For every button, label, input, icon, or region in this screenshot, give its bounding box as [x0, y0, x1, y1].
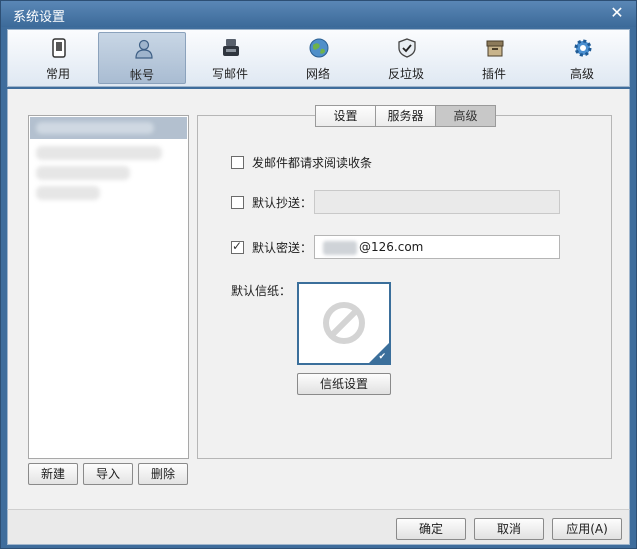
toolbar-item-network[interactable]: 网络 — [274, 32, 362, 84]
gear-icon — [574, 39, 592, 57]
tab-server[interactable]: 服务器 — [375, 105, 436, 127]
user-icon — [135, 39, 153, 59]
stationery-row: 默认信纸： — [231, 279, 291, 301]
check-icon: ✔ — [378, 352, 386, 362]
toolbar-label-advanced: 高级 — [569, 67, 594, 81]
account-item-selected[interactable] — [30, 117, 187, 139]
settings-toolbar: 常用 帐号 写邮件 网络 反垃圾 插件 高级 — [7, 29, 630, 87]
globe-icon — [309, 38, 329, 58]
no-stationery-icon — [323, 302, 365, 344]
shield-icon — [398, 38, 416, 58]
toolbar-item-plugins[interactable]: 插件 — [450, 32, 538, 84]
stationery-label: 默认信纸： — [231, 283, 292, 298]
account-item[interactable] — [30, 163, 187, 185]
toolbar-label-account: 帐号 — [129, 68, 154, 82]
account-item[interactable] — [30, 183, 187, 205]
content-area: 新建 导入 删除 设置 服务器 高级 发邮件都请求阅读收条 默认抄送： 默认密送… — [7, 89, 630, 509]
toolbar-item-general[interactable]: 常用 — [14, 32, 102, 84]
default-cc-field[interactable] — [314, 190, 560, 214]
toolbar-label-general: 常用 — [45, 67, 70, 81]
default-cc-label: 默认抄送： — [252, 195, 313, 210]
cancel-button[interactable]: 取消 — [474, 518, 544, 540]
phone-icon — [52, 38, 66, 58]
compose-icon — [223, 39, 239, 56]
stationery-preview[interactable]: ✔ — [297, 282, 391, 365]
stationery-settings-button[interactable]: 信纸设置 — [297, 373, 391, 395]
default-cc-row: 默认抄送： — [231, 191, 312, 213]
default-cc-checkbox[interactable] — [231, 195, 244, 209]
tab-bar: 设置 服务器 高级 — [315, 105, 496, 127]
read-receipt-label: 发邮件都请求阅读收条 — [252, 155, 373, 170]
read-receipt-checkbox[interactable] — [231, 155, 244, 169]
apply-button[interactable]: 应用(A) — [552, 518, 622, 540]
toolbar-label-antispam: 反垃圾 — [387, 67, 424, 81]
import-account-button[interactable]: 导入 — [83, 463, 133, 485]
toolbar-label-plugins: 插件 — [481, 67, 506, 81]
toolbar-label-network: 网络 — [305, 67, 330, 81]
toolbar-item-compose[interactable]: 写邮件 — [186, 32, 274, 84]
account-item[interactable] — [30, 143, 187, 165]
dialog-footer: 确定 取消 应用(A) — [7, 509, 630, 545]
close-icon[interactable]: ✕ — [608, 4, 626, 22]
toolbar-item-antispam[interactable]: 反垃圾 — [362, 32, 450, 84]
toolbar-item-advanced[interactable]: 高级 — [538, 32, 626, 84]
window-title: 系统设置 — [13, 10, 66, 25]
default-bcc-row: 默认密送： — [231, 236, 312, 258]
tab-advanced[interactable]: 高级 — [435, 105, 496, 127]
default-bcc-label: 默认密送： — [252, 240, 313, 255]
settings-window: 系统设置 ✕ 常用 帐号 写邮件 网络 反垃圾 插件 高级 新建 导入 删除 设… — [0, 0, 637, 549]
new-account-button[interactable]: 新建 — [28, 463, 78, 485]
title-bar: 系统设置 ✕ — [1, 1, 636, 27]
account-list[interactable] — [28, 115, 189, 459]
toolbar-item-account[interactable]: 帐号 — [98, 32, 186, 84]
plugin-box-icon — [486, 40, 504, 57]
toolbar-label-compose: 写邮件 — [211, 67, 248, 81]
default-bcc-field[interactable]: @126.com — [314, 235, 560, 259]
tab-settings[interactable]: 设置 — [315, 105, 376, 127]
delete-account-button[interactable]: 删除 — [138, 463, 188, 485]
default-bcc-checkbox[interactable] — [231, 239, 244, 254]
ok-button[interactable]: 确定 — [396, 518, 466, 540]
read-receipt-row: 发邮件都请求阅读收条 — [231, 151, 372, 173]
redacted-mask — [323, 240, 357, 255]
default-bcc-value: @126.com — [359, 240, 424, 254]
